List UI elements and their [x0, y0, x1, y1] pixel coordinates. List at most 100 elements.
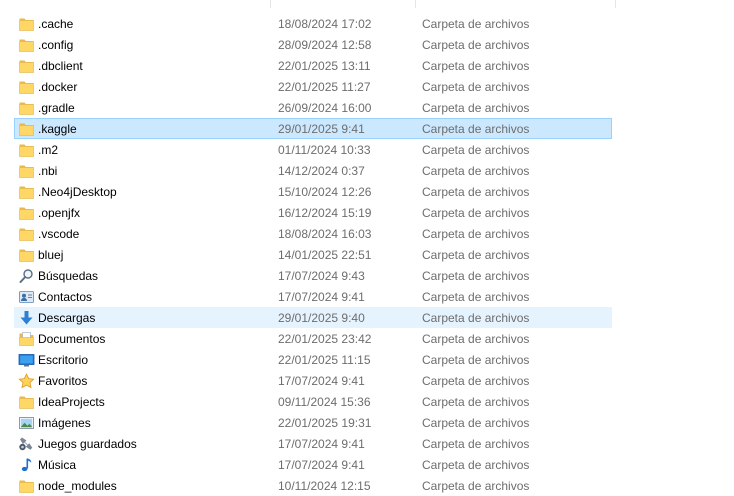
folder-icon — [18, 163, 35, 179]
file-row[interactable]: .m2 01/11/2024 10:33 Carpeta de archivos — [14, 139, 612, 160]
file-row[interactable]: .vscode 18/08/2024 16:03 Carpeta de archiv… — [14, 223, 612, 244]
folder-icon — [18, 184, 35, 200]
file-date-modified: 14/01/2025 22:51 — [278, 248, 372, 262]
search-folder-icon — [18, 268, 35, 284]
file-row[interactable]: .config 28/09/2024 12:58 Carpeta de archiv… — [14, 34, 612, 55]
file-date-modified: 28/09/2024 12:58 — [278, 38, 372, 52]
file-type: Carpeta de archivos — [422, 227, 530, 241]
file-name[interactable]: Documentos — [38, 332, 105, 346]
file-type: Carpeta de archivos — [422, 290, 530, 304]
file-name[interactable]: Música — [38, 458, 76, 472]
file-name[interactable]: .Neo4jDesktop — [38, 185, 117, 199]
file-type: Carpeta de archivos — [422, 248, 530, 262]
file-date-modified: 16/12/2024 15:19 — [278, 206, 372, 220]
file-row[interactable]: Juegos guardados 17/07/2024 9:41 Carpeta d… — [14, 433, 612, 454]
favorites-star-icon — [18, 373, 35, 389]
file-row[interactable]: .dbclient 22/01/2025 13:11 Carpeta de arch… — [14, 55, 612, 76]
file-date-modified: 29/01/2025 9:40 — [278, 311, 365, 325]
file-row[interactable]: .nbi 14/12/2024 0:37 Carpeta de archivos — [14, 160, 612, 181]
folder-icon — [18, 394, 35, 410]
file-name[interactable]: bluej — [38, 248, 63, 262]
file-type: Carpeta de archivos — [422, 416, 530, 430]
file-name[interactable]: node_modules — [38, 479, 117, 493]
file-name[interactable]: Escritorio — [38, 353, 88, 367]
file-row[interactable]: Imágenes 22/01/2025 19:31 Carpeta de archi… — [14, 412, 612, 433]
folder-icon — [18, 100, 35, 116]
file-date-modified: 17/07/2024 9:43 — [278, 269, 365, 283]
file-list: .cache 18/08/2024 17:02 Carpeta de archivo… — [0, 0, 734, 495]
file-name[interactable]: Juegos guardados — [38, 437, 137, 451]
file-type: Carpeta de archivos — [422, 479, 530, 493]
file-row[interactable]: bluej 14/01/2025 22:51 Carpeta de archivos — [14, 244, 612, 265]
file-row[interactable]: .Neo4jDesktop 15/10/2024 12:26 Carpeta de … — [14, 181, 612, 202]
folder-icon — [18, 37, 35, 53]
contacts-folder-icon — [18, 289, 35, 305]
file-date-modified: 10/11/2024 12:15 — [278, 479, 371, 493]
file-row[interactable]: Documentos 22/01/2025 23:42 Carpeta de arc… — [14, 328, 612, 349]
file-row[interactable]: Favoritos 17/07/2024 9:41 Carpeta de archi… — [14, 370, 612, 391]
file-date-modified: 22/01/2025 19:31 — [278, 416, 372, 430]
file-date-modified: 17/07/2024 9:41 — [278, 374, 365, 388]
folder-icon — [18, 226, 35, 242]
file-row[interactable]: Descargas 29/01/2025 9:40 Carpeta de archi… — [14, 307, 612, 328]
file-row[interactable]: .kaggle 29/01/2025 9:41 Carpeta de archivo… — [14, 118, 612, 139]
file-name[interactable]: Contactos — [38, 290, 92, 304]
file-name[interactable]: Favoritos — [38, 374, 87, 388]
file-name[interactable]: .nbi — [38, 164, 57, 178]
column-divider-date[interactable] — [270, 0, 271, 8]
folder-icon — [18, 142, 35, 158]
file-type: Carpeta de archivos — [422, 353, 530, 367]
file-row[interactable]: Escritorio 22/01/2025 11:15 Carpeta de arc… — [14, 349, 612, 370]
file-name[interactable]: .config — [38, 38, 73, 52]
folder-icon — [18, 16, 35, 32]
folder-icon — [18, 121, 35, 137]
file-name[interactable]: .m2 — [38, 143, 58, 157]
folder-icon — [18, 205, 35, 221]
file-date-modified: 09/11/2024 15:36 — [278, 395, 371, 409]
file-row[interactable]: Contactos 17/07/2024 9:41 Carpeta de archi… — [14, 286, 612, 307]
desktop-folder-icon — [18, 352, 35, 368]
file-row[interactable]: IdeaProjects 09/11/2024 15:36 Carpeta de a… — [14, 391, 612, 412]
documents-folder-icon — [18, 331, 35, 347]
file-name[interactable]: .dbclient — [38, 59, 83, 73]
file-type: Carpeta de archivos — [422, 206, 530, 220]
file-date-modified: 26/09/2024 16:00 — [278, 101, 372, 115]
file-name[interactable]: Búsquedas — [38, 269, 98, 283]
file-row[interactable]: .openjfx 16/12/2024 15:19 Carpeta de archi… — [14, 202, 612, 223]
file-name[interactable]: Imágenes — [38, 416, 91, 430]
file-date-modified: 22/01/2025 11:27 — [278, 80, 371, 94]
file-date-modified: 18/08/2024 16:03 — [278, 227, 372, 241]
pictures-folder-icon — [18, 415, 35, 431]
music-note-icon — [18, 457, 35, 473]
file-name[interactable]: Descargas — [38, 311, 95, 325]
file-type: Carpeta de archivos — [422, 101, 530, 115]
file-date-modified: 18/08/2024 17:02 — [278, 17, 372, 31]
file-row[interactable]: .cache 18/08/2024 17:02 Carpeta de archivo… — [14, 13, 612, 34]
column-divider-size[interactable] — [615, 0, 616, 8]
file-row[interactable]: Búsquedas 17/07/2024 9:43 Carpeta de archi… — [14, 265, 612, 286]
file-date-modified: 17/07/2024 9:41 — [278, 290, 365, 304]
file-row[interactable]: node_modules 10/11/2024 12:15 Carpeta de a… — [14, 475, 612, 496]
file-type: Carpeta de archivos — [422, 122, 530, 136]
file-date-modified: 14/12/2024 0:37 — [278, 164, 365, 178]
folder-icon — [18, 58, 35, 74]
file-date-modified: 29/01/2025 9:41 — [278, 122, 365, 136]
file-date-modified: 15/10/2024 12:26 — [278, 185, 372, 199]
file-row[interactable]: Música 17/07/2024 9:41 Carpeta de archivos — [14, 454, 612, 475]
file-row[interactable]: .gradle 26/09/2024 16:00 Carpeta de archiv… — [14, 97, 612, 118]
file-name[interactable]: .openjfx — [38, 206, 80, 220]
saved-games-icon — [18, 436, 35, 452]
column-divider-type[interactable] — [415, 0, 416, 8]
file-name[interactable]: .vscode — [38, 227, 79, 241]
file-name[interactable]: IdeaProjects — [38, 395, 105, 409]
file-date-modified: 22/01/2025 13:11 — [278, 59, 371, 73]
file-date-modified: 22/01/2025 11:15 — [278, 353, 371, 367]
file-date-modified: 01/11/2024 10:33 — [278, 143, 371, 157]
file-type: Carpeta de archivos — [422, 143, 530, 157]
file-name[interactable]: .gradle — [38, 101, 75, 115]
file-row[interactable]: .docker 22/01/2025 11:27 Carpeta de archiv… — [14, 76, 612, 97]
file-name[interactable]: .docker — [38, 80, 77, 94]
file-name[interactable]: .cache — [38, 17, 73, 31]
file-type: Carpeta de archivos — [422, 164, 530, 178]
file-name[interactable]: .kaggle — [38, 122, 77, 136]
